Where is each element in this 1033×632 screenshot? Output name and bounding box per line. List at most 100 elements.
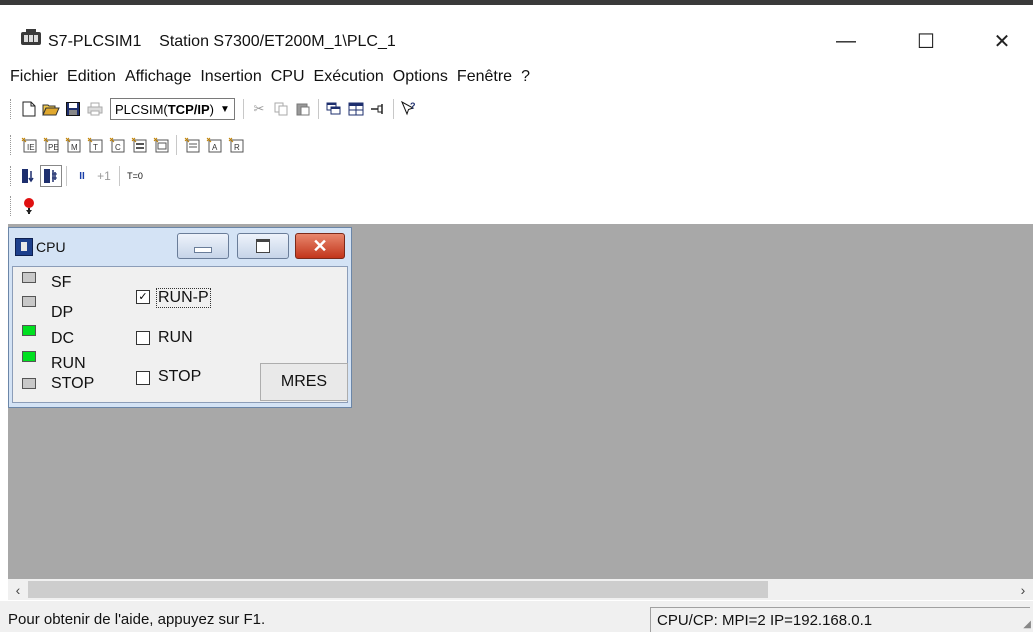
insert-input-variable-icon[interactable]: IE [18, 134, 40, 156]
cpu-window: CPU ✕ SF DP DC RUN STOP ✓ RUN-P RUN STOP… [8, 227, 352, 408]
insert-generic-icon[interactable] [128, 134, 150, 156]
insert-bit-memory-icon[interactable]: M [62, 134, 84, 156]
cpu-minimize-button[interactable] [177, 233, 229, 259]
menu-fenetre[interactable]: Fenêtre [457, 68, 512, 86]
new-icon[interactable] [18, 98, 40, 120]
maximize-icon: ☐ [917, 30, 935, 53]
menu-bar: Fichier Edition Affichage Insertion CPU … [0, 64, 1033, 90]
pause-button[interactable]: II [71, 165, 93, 187]
open-icon[interactable] [40, 98, 62, 120]
next-scan-button[interactable]: +1 [93, 165, 115, 187]
toolbar-grip[interactable] [10, 166, 14, 186]
menu-options[interactable]: Options [393, 68, 448, 86]
print-icon[interactable] [84, 98, 106, 120]
toolbar-separator [66, 166, 67, 186]
sf-led [22, 272, 36, 283]
cpu-window-title: CPU [36, 239, 66, 255]
scroll-thumb[interactable] [28, 581, 768, 598]
scroll-left-icon[interactable]: ‹ [8, 579, 28, 600]
svg-text:R: R [234, 143, 240, 152]
minimize-button[interactable]: — [823, 23, 869, 59]
toolbar-separator [242, 99, 244, 119]
copy-icon[interactable] [270, 98, 292, 120]
close-icon: ✕ [993, 30, 1011, 53]
insert-accumulators-icon[interactable]: A [203, 134, 225, 156]
toolbar-separator [176, 135, 177, 155]
run-p-label[interactable]: RUN-P [156, 288, 211, 308]
toolbar-grip[interactable] [10, 135, 14, 155]
continuous-scan-icon[interactable] [40, 165, 62, 187]
insert-output-variable-icon[interactable]: PE [40, 134, 62, 156]
menu-edition[interactable]: Edition [67, 68, 116, 86]
cascade-icon[interactable] [323, 98, 345, 120]
resize-grip-icon[interactable]: ◢ [1023, 619, 1031, 630]
insert-stacks-icon[interactable] [181, 134, 203, 156]
svg-text:T: T [93, 143, 98, 152]
maximize-button[interactable]: ☐ [903, 23, 949, 59]
run-p-checkbox[interactable]: ✓ [136, 290, 150, 304]
insert-timer-icon[interactable]: T [84, 134, 106, 156]
menu-fichier[interactable]: Fichier [10, 68, 58, 86]
menu-affichage[interactable]: Affichage [125, 68, 191, 86]
stop-checkbox[interactable] [136, 371, 150, 385]
cpu-maximize-button[interactable] [237, 233, 289, 259]
record-toolbar [10, 193, 40, 219]
plcsim-app-icon [20, 29, 42, 47]
dp-label: DP [51, 304, 74, 321]
close-icon: ✕ [312, 235, 328, 256]
cpu-window-titlebar[interactable]: CPU ✕ [9, 228, 351, 266]
menu-execution[interactable]: Exécution [314, 68, 384, 86]
cpu-close-button[interactable]: ✕ [295, 233, 345, 259]
minimize-icon [194, 247, 212, 253]
toolbar-separator [119, 166, 120, 186]
menu-help[interactable]: ? [521, 68, 530, 86]
cpu-mode-toolbar: II +1 T=0 [10, 163, 146, 189]
svg-text:M: M [71, 143, 78, 152]
stop-mode-label[interactable]: STOP [158, 368, 201, 386]
cut-icon[interactable]: ✂ [248, 98, 270, 120]
dc-label: DC [51, 330, 75, 347]
stop-label: STOP [51, 375, 95, 392]
run-checkbox[interactable] [136, 331, 150, 345]
insert-counter-icon[interactable]: C [106, 134, 128, 156]
horizontal-scrollbar[interactable]: ‹ › [8, 579, 1033, 600]
insert-vertical-bits-icon[interactable] [150, 134, 172, 156]
maximize-icon [256, 239, 270, 253]
save-icon[interactable] [62, 98, 84, 120]
insert-toolbar: IE PE M T C A R [10, 132, 247, 158]
single-scan-icon[interactable] [18, 165, 40, 187]
scroll-right-icon[interactable]: › [1013, 579, 1033, 600]
menu-insertion[interactable]: Insertion [200, 68, 261, 86]
run-mode-label[interactable]: RUN [158, 329, 193, 347]
svg-text:PE: PE [48, 143, 59, 152]
paste-icon[interactable] [292, 98, 314, 120]
toolbar-grip[interactable] [10, 99, 14, 119]
menu-cpu[interactable]: CPU [271, 68, 305, 86]
chevron-down-icon[interactable]: ▼ [218, 104, 234, 115]
mres-button[interactable]: MRES [260, 363, 348, 401]
dp-led [22, 296, 36, 307]
connection-select-value: PLCSIM(TCP/IP) [115, 101, 214, 117]
toolbar-separator [317, 99, 319, 119]
cpu-window-icon [15, 238, 33, 256]
toolbar-grip[interactable] [10, 196, 14, 216]
reset-timers-button[interactable]: T=0 [124, 165, 146, 187]
connection-select[interactable]: PLCSIM(TCP/IP) ▼ [110, 98, 235, 120]
close-button[interactable]: ✕ [979, 23, 1025, 59]
minimize-icon: — [836, 29, 856, 52]
title-bar[interactable]: S7-PLCSIM1 Station S7300/ET200M_1\PLC_1 … [0, 5, 1033, 61]
standard-toolbar: PLCSIM(TCP/IP) ▼ ✂ ? [10, 96, 420, 122]
pin-icon[interactable] [367, 98, 389, 120]
cpu-panel: SF DP DC RUN STOP ✓ RUN-P RUN STOP MRES [12, 266, 348, 403]
tile-icon[interactable] [345, 98, 367, 120]
record-pin-icon[interactable] [18, 195, 40, 217]
insert-block-registers-icon[interactable]: R [225, 134, 247, 156]
status-help-text: Pour obtenir de l'aide, appuyez sur F1. [8, 611, 266, 628]
svg-text:IE: IE [27, 143, 35, 152]
status-bar: Pour obtenir de l'aide, appuyez sur F1. … [0, 601, 1033, 632]
run-led [22, 351, 36, 362]
run-label: RUN [51, 355, 86, 372]
context-help-icon[interactable]: ? [398, 98, 420, 120]
stop-led [22, 378, 36, 389]
dc-led [22, 325, 36, 336]
